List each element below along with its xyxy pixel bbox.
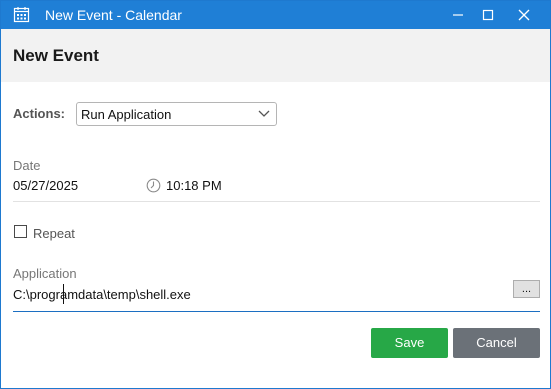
actions-selected-value: Run Application	[81, 107, 172, 122]
application-path-input[interactable]: C:\programdata\temp\shell.exe	[13, 284, 540, 312]
application-path-value: C:\programdata\temp\shell.exe	[13, 287, 191, 302]
application-label: Application	[13, 266, 77, 281]
page-title: New Event	[13, 46, 99, 65]
section-divider	[13, 201, 540, 202]
chevron-down-icon	[258, 110, 270, 117]
cancel-button[interactable]: Cancel	[453, 328, 540, 358]
calendar-icon	[13, 6, 30, 23]
text-caret	[63, 284, 64, 304]
minimize-button[interactable]	[441, 1, 475, 29]
date-input[interactable]: 05/27/2025	[13, 178, 78, 193]
save-button[interactable]: Save	[371, 328, 448, 358]
actions-dropdown[interactable]: Run Application	[76, 102, 277, 126]
title-bar: New Event - Calendar	[1, 1, 550, 29]
dialog-header: New Event	[1, 29, 550, 82]
clock-icon[interactable]	[146, 178, 161, 193]
dialog-window: New Event - Calendar New Event Actions: …	[0, 0, 551, 389]
actions-label: Actions:	[13, 106, 65, 121]
maximize-button[interactable]	[471, 1, 505, 29]
time-input[interactable]: 10:18 PM	[166, 178, 222, 193]
repeat-checkbox[interactable]	[14, 225, 27, 238]
window-title: New Event - Calendar	[45, 7, 182, 23]
maximize-icon	[482, 9, 494, 21]
close-button[interactable]	[507, 1, 541, 29]
close-icon	[518, 9, 530, 21]
browse-button[interactable]: ...	[513, 280, 540, 298]
date-label: Date	[13, 158, 41, 173]
repeat-label[interactable]: Repeat	[33, 226, 75, 241]
minimize-icon	[453, 14, 463, 16]
